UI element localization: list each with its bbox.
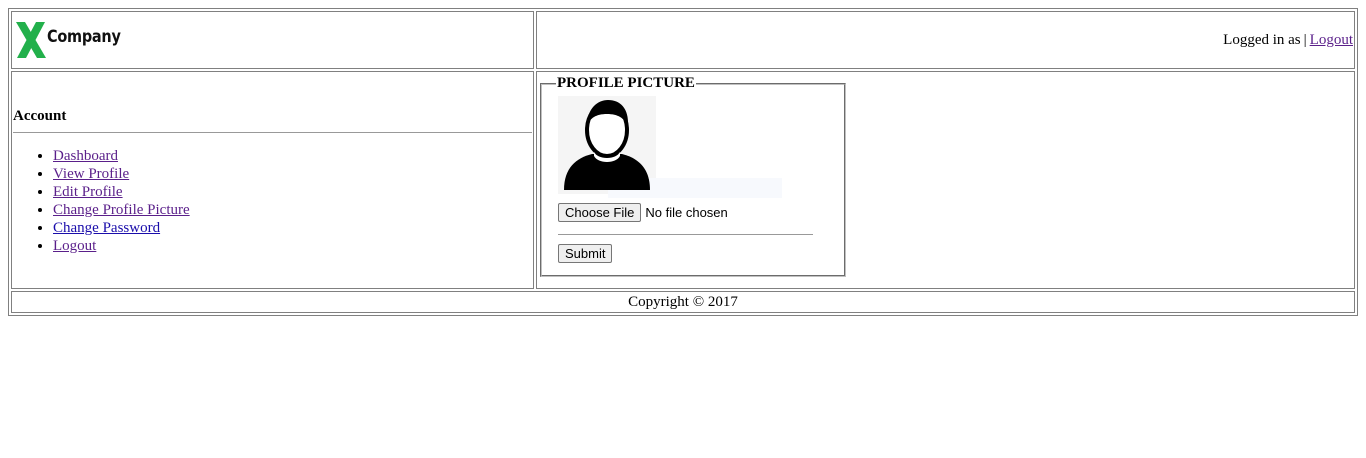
form-divider	[558, 234, 813, 235]
logo-x-icon	[16, 22, 46, 58]
sidebar-item-dashboard: Dashboard	[53, 147, 532, 165]
view-profile-link[interactable]: View Profile	[53, 166, 129, 182]
header-row: Company Logged in as | Logout	[11, 11, 1355, 69]
submit-button[interactable]: Submit	[558, 244, 613, 263]
choose-file-button[interactable]: Choose File	[558, 203, 642, 222]
header-logout-link[interactable]: Logout	[1310, 32, 1353, 48]
main-content: PROFILE PICTURE Choose File No file chos…	[536, 71, 1355, 289]
logo-text: Company	[47, 27, 121, 47]
sidebar-item-change-password: Change Password	[53, 219, 532, 237]
footer: Copyright © 2017	[11, 291, 1355, 313]
copyright-text: Copyright © 2017	[628, 293, 738, 310]
sidebar-menu: Dashboard View Profile Edit Profile Chan…	[13, 147, 532, 255]
user-bar: Logged in as | Logout	[536, 11, 1355, 69]
sidebar-item-change-profile-picture: Change Profile Picture	[53, 201, 532, 219]
dashboard-link[interactable]: Dashboard	[53, 148, 118, 164]
separator: |	[1303, 31, 1307, 48]
logo-cell: Company	[11, 11, 534, 69]
edit-profile-link[interactable]: Edit Profile	[53, 184, 123, 200]
change-password-link[interactable]: Change Password	[53, 220, 160, 236]
avatar	[558, 96, 782, 200]
page: Company Logged in as|Logout Account Dash…	[8, 8, 1358, 316]
file-input: Choose File No file chosen	[558, 203, 828, 222]
change-profile-picture-link[interactable]: Change Profile Picture	[53, 202, 190, 218]
logged-in-label: Logged in as	[1223, 31, 1301, 48]
footer-row: Copyright © 2017	[11, 291, 1355, 313]
sidebar-item-edit-profile: Edit Profile	[53, 183, 532, 201]
layout-table: Company Logged in as|Logout Account Dash…	[8, 8, 1358, 316]
sidebar-logout-link[interactable]: Logout	[53, 238, 96, 254]
sidebar-heading: Account	[13, 107, 67, 124]
sidebar-divider	[13, 131, 532, 133]
sidebar: Account Dashboard View Profile Edit Prof…	[11, 71, 534, 289]
profile-picture-fieldset: PROFILE PICTURE Choose File No file chos…	[540, 75, 846, 277]
profile-picture-legend: PROFILE PICTURE	[557, 75, 695, 91]
sidebar-item-logout: Logout	[53, 237, 532, 255]
file-status: No file chosen	[645, 205, 728, 220]
sidebar-item-view-profile: View Profile	[53, 165, 532, 183]
user-silhouette-icon	[564, 100, 650, 190]
body-row: Account Dashboard View Profile Edit Prof…	[11, 71, 1355, 289]
company-logo: Company	[13, 13, 532, 67]
